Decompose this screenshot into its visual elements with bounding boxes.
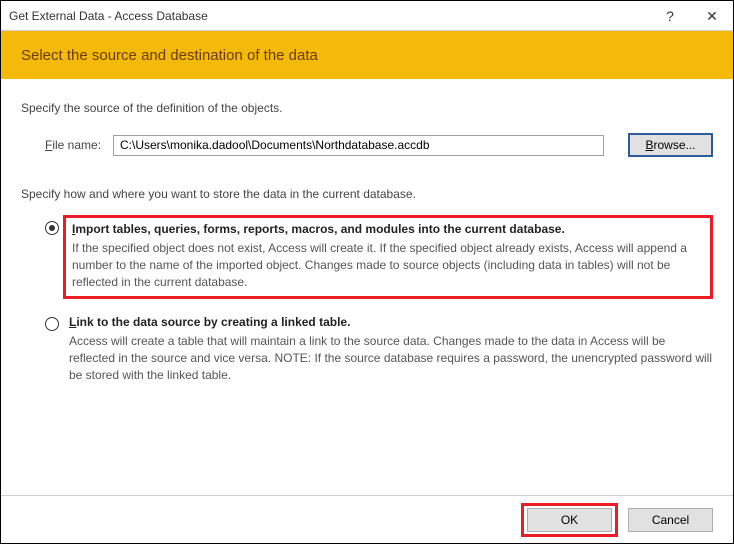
option-import-text: Import tables, queries, forms, reports, … [63, 215, 713, 299]
radio-import[interactable] [45, 221, 59, 235]
filename-label: File name: [45, 138, 105, 152]
close-button[interactable]: ✕ [691, 1, 733, 31]
option-import[interactable]: Import tables, queries, forms, reports, … [45, 219, 713, 299]
filename-input[interactable] [113, 135, 604, 156]
header-title: Select the source and destination of the… [21, 47, 318, 64]
option-import-title: Import tables, queries, forms, reports, … [72, 222, 704, 236]
ok-button[interactable]: OK [527, 508, 612, 532]
option-link[interactable]: Link to the data source by creating a li… [45, 315, 713, 383]
option-import-desc: If the specified object does not exist, … [72, 240, 704, 290]
help-button[interactable]: ? [649, 1, 691, 31]
store-section-label: Specify how and where you want to store … [21, 187, 713, 201]
content-area: Specify the source of the definition of … [1, 79, 733, 384]
window-title: Get External Data - Access Database [9, 9, 208, 23]
option-link-text: Link to the data source by creating a li… [69, 315, 713, 383]
titlebar-controls: ? ✕ [649, 1, 733, 30]
radio-link[interactable] [45, 317, 59, 331]
titlebar: Get External Data - Access Database ? ✕ [1, 1, 733, 31]
browse-button[interactable]: Browse... [628, 133, 713, 157]
ok-highlight: OK [521, 503, 618, 537]
footer: OK Cancel [1, 495, 733, 543]
option-link-desc: Access will create a table that will mai… [69, 333, 713, 383]
source-section-label: Specify the source of the definition of … [21, 101, 713, 115]
cancel-button[interactable]: Cancel [628, 508, 713, 532]
option-link-title: Link to the data source by creating a li… [69, 315, 713, 329]
filename-row: File name: Browse... [45, 133, 713, 157]
header-band: Select the source and destination of the… [1, 31, 733, 79]
